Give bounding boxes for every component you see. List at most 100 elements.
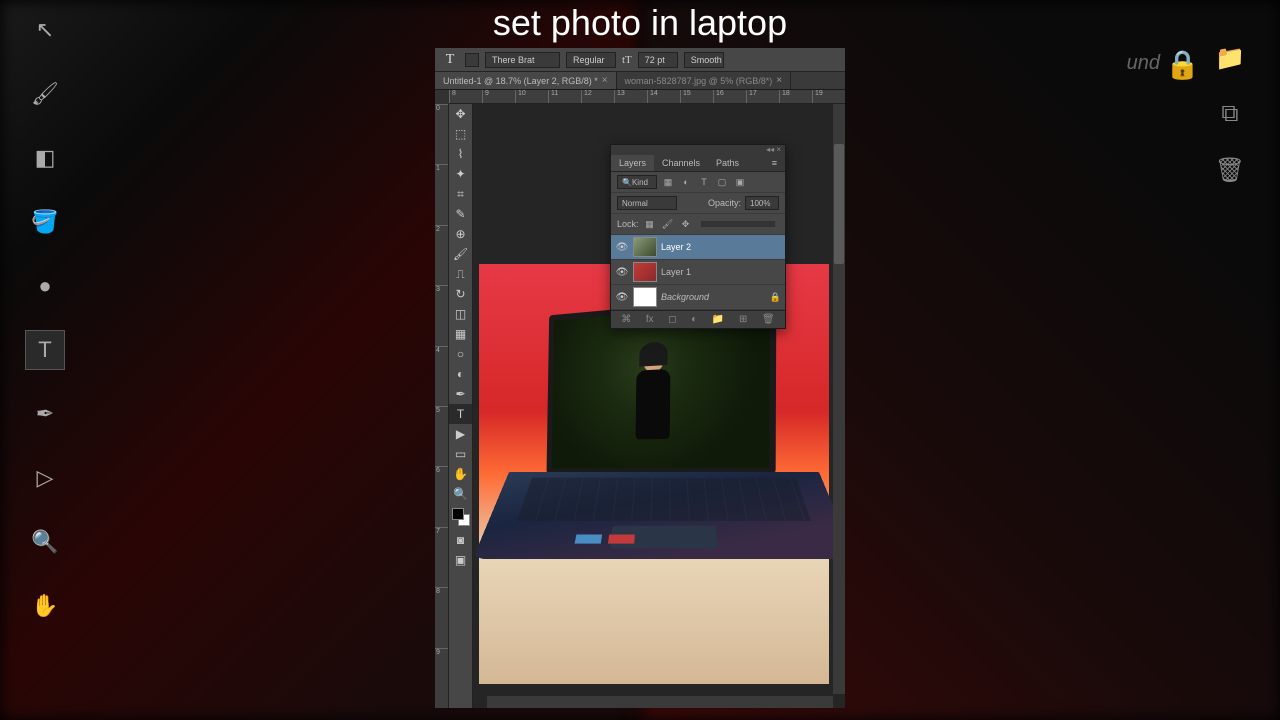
history-brush-tool[interactable]: ↻	[449, 284, 472, 304]
horizontal-ruler[interactable]: 8910111213141516171819	[449, 90, 845, 104]
text-tool-icon[interactable]: T	[25, 330, 65, 370]
panel-menu-icon[interactable]: ≡	[764, 155, 785, 171]
blur-tool[interactable]: ○	[449, 344, 472, 364]
dodge-tool[interactable]: ◐	[449, 364, 472, 384]
layer-thumbnail[interactable]	[633, 237, 657, 257]
eraser-icon[interactable]: ◧	[25, 138, 65, 178]
tab-paths[interactable]: Paths	[708, 155, 747, 171]
blend-mode-dropdown[interactable]: Normal	[617, 196, 677, 210]
layer-name[interactable]: Background	[661, 292, 766, 302]
eraser-tool[interactable]: ◫	[449, 304, 472, 324]
new-layer-icon[interactable]: ⊞	[739, 314, 747, 325]
tools-panel: ✥ ⬚ ⌇ ✦ ⌗ ✎ ⊕ 🖌 ⎍ ↻ ◫ ▦ ○ ◐ ✒ T ▶ ▭ ✋ 🔍 …	[449, 104, 473, 708]
copy-icon[interactable]: ⧉	[1212, 96, 1248, 132]
brush-icon[interactable]: 🖌	[25, 74, 65, 114]
stamp-tool[interactable]: ⎍	[449, 264, 472, 284]
adjustment-icon[interactable]: ◐	[691, 314, 697, 325]
lock-transparency-icon[interactable]: ▦	[643, 217, 657, 231]
lock-position-icon[interactable]: ✥	[679, 217, 693, 231]
layer-name[interactable]: Layer 1	[661, 267, 781, 277]
type-tool[interactable]: T	[449, 404, 472, 424]
brush-tool[interactable]: 🖌	[449, 244, 472, 264]
filter-adjust-icon[interactable]: ◐	[679, 175, 693, 189]
layer-item[interactable]: 👁 Layer 1	[611, 260, 785, 285]
tab-label: woman-5828787.jpg @ 5% (RGB/8*)	[625, 76, 773, 86]
shape-tool[interactable]: ▭	[449, 444, 472, 464]
color-swatch[interactable]	[452, 508, 470, 526]
folder-icon[interactable]: 📁	[1212, 40, 1248, 76]
outer-right-toolbar: 📁 ⧉ 🗑	[1200, 40, 1260, 188]
pen-tool[interactable]: ✒	[449, 384, 472, 404]
lasso-tool[interactable]: ⌇	[449, 144, 472, 164]
screenmode-toggle[interactable]: ▣	[449, 550, 472, 570]
delete-layer-icon[interactable]: 🗑	[762, 314, 775, 325]
blob-icon[interactable]: ●	[25, 266, 65, 306]
tab-layers[interactable]: Layers	[611, 155, 654, 171]
filter-shape-icon[interactable]: ▢	[715, 175, 729, 189]
hand-tool[interactable]: ✋	[449, 464, 472, 484]
fill-slider[interactable]	[701, 221, 775, 227]
photoshop-window: T There Brat Regular tT 72 pt Smooth Unt…	[435, 48, 845, 708]
anti-alias-dropdown[interactable]: Smooth	[684, 52, 724, 68]
layer-thumbnail[interactable]	[633, 287, 657, 307]
orientation-toggle[interactable]	[465, 53, 479, 67]
filter-smart-icon[interactable]: ▣	[733, 175, 747, 189]
lock-pixels-icon[interactable]: 🖌	[661, 217, 675, 231]
wand-tool[interactable]: ✦	[449, 164, 472, 184]
layer-mask-icon[interactable]: ◻	[668, 314, 676, 325]
gradient-tool[interactable]: ▦	[449, 324, 472, 344]
zoom-icon[interactable]: 🔍	[25, 522, 65, 562]
document-tab-active[interactable]: Untitled-1 @ 18.7% (Layer 2, RGB/8) * ×	[435, 72, 617, 89]
move-tool[interactable]: ✥	[449, 104, 472, 124]
close-icon[interactable]: ×	[602, 75, 608, 86]
lock-row: Lock: ▦ 🖌 ✥	[611, 214, 785, 235]
healing-tool[interactable]: ⊕	[449, 224, 472, 244]
horizontal-scrollbar[interactable]	[487, 696, 833, 708]
filter-type-icon[interactable]: T	[697, 175, 711, 189]
opacity-input[interactable]: 100%	[745, 196, 779, 210]
video-title-overlay: set photo in laptop	[0, 2, 1280, 44]
layer-fx-icon[interactable]: fx	[646, 314, 654, 325]
bucket-icon[interactable]: 🪣	[25, 202, 65, 242]
vertical-ruler[interactable]: 0123456789	[435, 104, 449, 708]
pen-icon[interactable]: ✒	[25, 394, 65, 434]
type-tool-indicator: T	[441, 51, 459, 69]
opacity-label: Opacity:	[708, 198, 741, 208]
lock-icon: 🔒	[770, 292, 781, 303]
foreground-color[interactable]	[452, 508, 464, 520]
filter-pixel-icon[interactable]: ▦	[661, 175, 675, 189]
document-tab-inactive[interactable]: woman-5828787.jpg @ 5% (RGB/8*) ×	[617, 72, 792, 89]
close-icon[interactable]: ×	[776, 75, 782, 86]
font-size-dropdown[interactable]: 72 pt	[638, 52, 678, 68]
quickmask-toggle[interactable]: ◙	[449, 530, 472, 550]
layer-name[interactable]: Layer 2	[661, 242, 781, 252]
zoom-tool[interactable]: 🔍	[449, 484, 472, 504]
visibility-icon[interactable]: 👁	[615, 290, 629, 304]
marquee-tool[interactable]: ⬚	[449, 124, 472, 144]
scrollbar-thumb[interactable]	[834, 144, 844, 264]
visibility-icon[interactable]: 👁	[615, 240, 629, 254]
hand-icon[interactable]: ✋	[25, 586, 65, 626]
visibility-icon[interactable]: 👁	[615, 265, 629, 279]
panel-titlebar[interactable]: ◂◂ ×	[611, 145, 785, 155]
font-family-dropdown[interactable]: There Brat	[485, 52, 560, 68]
layer-item[interactable]: 👁 Background 🔒	[611, 285, 785, 310]
font-style-dropdown[interactable]: Regular	[566, 52, 616, 68]
path-select-tool[interactable]: ▶	[449, 424, 472, 444]
lock-label: Lock:	[617, 219, 639, 229]
layer-thumbnail[interactable]	[633, 262, 657, 282]
layer-item[interactable]: 👁 Layer 2	[611, 235, 785, 260]
link-layers-icon[interactable]: ⌘	[621, 314, 631, 325]
panel-tabs: Layers Channels Paths ≡	[611, 155, 785, 172]
select-icon[interactable]: ▷	[25, 458, 65, 498]
layers-panel: ◂◂ × Layers Channels Paths ≡ 🔍 Kind ▦ ◐ …	[610, 144, 786, 329]
crop-tool[interactable]: ⌗	[449, 184, 472, 204]
tab-channels[interactable]: Channels	[654, 155, 708, 171]
filter-row: 🔍 Kind ▦ ◐ T ▢ ▣	[611, 172, 785, 193]
group-icon[interactable]: 📁	[712, 314, 724, 325]
document-tabs: Untitled-1 @ 18.7% (Layer 2, RGB/8) * × …	[435, 72, 845, 90]
trash-icon[interactable]: 🗑	[1212, 152, 1248, 188]
vertical-scrollbar[interactable]	[833, 104, 845, 694]
eyedropper-tool[interactable]: ✎	[449, 204, 472, 224]
kind-filter-dropdown[interactable]: 🔍 Kind	[617, 175, 657, 189]
